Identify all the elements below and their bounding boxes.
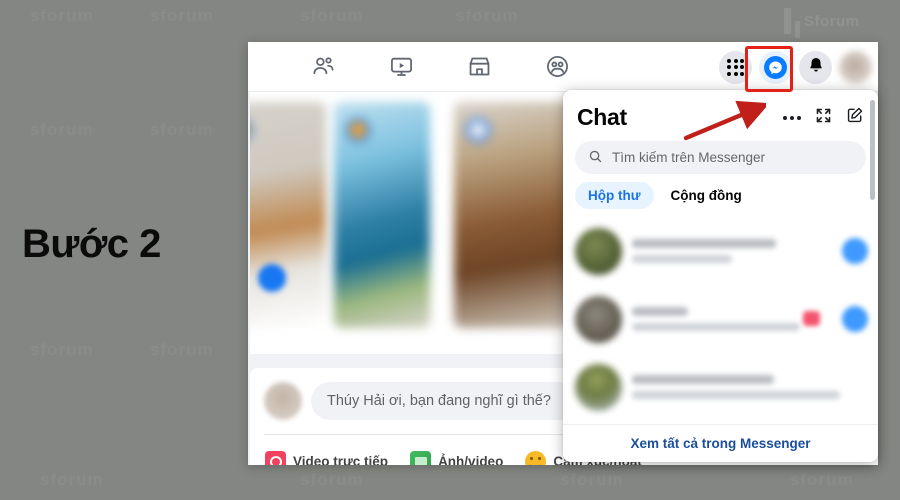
story-avatar — [466, 118, 490, 142]
live-video-icon — [265, 451, 286, 465]
nav-tab-marketplace[interactable] — [440, 45, 518, 89]
conversation-row[interactable] — [563, 353, 878, 421]
account-avatar-button[interactable] — [839, 50, 872, 84]
nav-right-actions — [719, 42, 872, 92]
smiley-icon — [525, 451, 547, 465]
watermark: sforum — [30, 340, 94, 359]
conversation-name — [632, 307, 688, 316]
story-card[interactable] — [334, 102, 430, 328]
chat-tab-communities[interactable]: Cộng đồng — [658, 182, 755, 209]
photo-icon — [410, 451, 432, 465]
watermark: sforum — [30, 6, 94, 25]
bell-icon — [807, 56, 825, 79]
step-label: Bước 2 — [22, 222, 161, 266]
chat-panel-footer: Xem tất cả trong Messenger — [563, 424, 878, 462]
chat-header-actions — [783, 106, 864, 129]
conversation-camera-button[interactable] — [842, 238, 868, 264]
top-navigation-bar — [248, 42, 878, 92]
watermark: sforum — [150, 6, 214, 25]
photo-video-label: Ảnh/video — [438, 454, 504, 465]
video-icon — [389, 54, 414, 79]
conversation-snippet — [632, 323, 800, 331]
grid-menu-button[interactable] — [719, 50, 752, 84]
chat-expand-button[interactable] — [815, 107, 832, 129]
watermark: sforum — [40, 470, 104, 489]
watermark: sforum — [790, 470, 854, 489]
annotation-arrow — [683, 100, 766, 141]
composer-avatar-icon — [264, 382, 302, 420]
watermark: sforum — [455, 6, 519, 25]
watermark: sforum — [300, 6, 364, 25]
nav-tab-watch[interactable] — [362, 45, 440, 89]
conversation-name — [632, 375, 774, 384]
compose-icon — [846, 106, 864, 129]
see-all-in-messenger-link[interactable]: Xem tất cả trong Messenger — [630, 436, 810, 451]
grid-menu-icon — [727, 58, 744, 76]
notifications-button[interactable] — [799, 50, 832, 84]
watermark: sforum — [300, 470, 364, 489]
chat-search-placeholder: Tìm kiếm trên Messenger — [612, 150, 766, 165]
conversation-avatar — [575, 363, 622, 411]
avatar-icon — [839, 50, 872, 84]
conversation-row[interactable] — [563, 285, 878, 353]
chat-panel-title: Chat — [577, 104, 627, 130]
conversation-unread-badge — [803, 311, 820, 326]
nav-tab-groups[interactable] — [518, 45, 596, 89]
conversation-name — [632, 239, 776, 248]
story-avatar — [250, 118, 252, 142]
watermark-logo-text: Sforum — [804, 12, 860, 30]
stories-tray — [250, 92, 568, 354]
conversation-camera-button[interactable] — [842, 306, 868, 332]
conversation-text — [632, 307, 832, 331]
live-video-button[interactable]: Video trực tiếp — [256, 444, 397, 465]
conversation-text — [632, 375, 868, 399]
search-icon — [588, 149, 603, 167]
chat-scrollbar[interactable] — [870, 96, 875, 454]
messenger-button[interactable] — [759, 50, 792, 84]
conversation-snippet — [632, 255, 732, 263]
story-avatar — [346, 118, 370, 142]
create-story-button[interactable] — [258, 264, 286, 292]
nav-tab-friends[interactable] — [284, 45, 362, 89]
expand-icon — [815, 107, 832, 129]
watermark: sforum — [560, 470, 624, 489]
chat-new-message-button[interactable] — [846, 106, 864, 129]
conversation-avatar — [575, 295, 622, 343]
watermark-logo: Sforum — [784, 4, 892, 38]
photo-video-button[interactable]: Ảnh/video — [401, 444, 512, 465]
story-card[interactable] — [250, 102, 326, 328]
three-dots-icon — [783, 115, 801, 120]
live-video-label: Video trực tiếp — [293, 454, 389, 465]
groups-icon — [545, 54, 570, 79]
messenger-icon — [764, 55, 787, 79]
chat-tabs: Hộp thư Cộng đồng — [563, 182, 878, 217]
conversation-row[interactable] — [563, 217, 878, 285]
chat-conversation-list[interactable] — [563, 217, 878, 429]
conversation-text — [632, 239, 832, 263]
chat-more-options-button[interactable] — [783, 115, 801, 120]
conversation-snippet — [632, 391, 840, 399]
friends-icon — [311, 54, 336, 79]
chat-tab-inbox[interactable]: Hộp thư — [575, 182, 654, 209]
story-card[interactable] — [454, 102, 568, 328]
watermark: sforum — [150, 120, 214, 139]
watermark: sforum — [30, 120, 94, 139]
chat-scrollbar-thumb[interactable] — [870, 100, 875, 200]
nav-center-tabs — [284, 45, 596, 89]
watermark: sforum — [150, 340, 214, 359]
store-icon — [467, 54, 492, 79]
conversation-avatar — [575, 227, 622, 275]
